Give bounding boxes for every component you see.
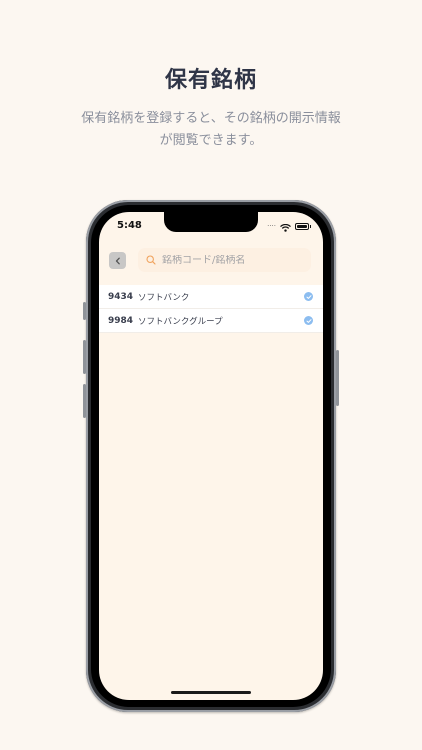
- stock-code: 9434: [108, 291, 134, 302]
- description-line-1: 保有銘柄を登録すると、その銘柄の開示情報: [81, 111, 341, 126]
- stock-code: 9984: [108, 315, 134, 326]
- search-icon: [146, 255, 156, 265]
- volume-up-button: [83, 340, 86, 374]
- phone-frame: 5:48 ···· 銘柄コード/銘柄名 9434 ソフトバンク 9984 ソフト…: [83, 200, 339, 712]
- stock-row-9434[interactable]: 9434 ソフトバンク: [99, 285, 323, 309]
- silent-switch: [83, 302, 86, 320]
- status-time: 5:48: [117, 220, 142, 231]
- phone-screen: 5:48 ···· 銘柄コード/銘柄名 9434 ソフトバンク 9984 ソフト…: [99, 212, 323, 700]
- back-button[interactable]: [109, 252, 126, 269]
- status-icons: ····: [267, 221, 311, 232]
- stock-name: ソフトバンク: [138, 292, 190, 303]
- stock-list: 9434 ソフトバンク 9984 ソフトバンクグループ: [99, 285, 323, 333]
- stock-row-9984[interactable]: 9984 ソフトバンクグループ: [99, 309, 323, 333]
- description-line-2: が閲覧できます。: [159, 133, 263, 148]
- search-input[interactable]: [162, 254, 302, 266]
- stock-name: ソフトバンクグループ: [138, 316, 223, 327]
- chevron-left-icon: [115, 257, 120, 264]
- search-box[interactable]: [138, 248, 311, 272]
- battery-icon: [295, 222, 311, 230]
- page-title: 保有銘柄: [164, 68, 257, 93]
- home-indicator[interactable]: [171, 691, 251, 694]
- check-circle-icon[interactable]: [304, 292, 313, 301]
- power-button: [336, 350, 339, 406]
- volume-down-button: [83, 384, 86, 418]
- wifi-icon: [280, 217, 291, 236]
- page-description: 保有銘柄を登録すると、その銘柄の開示情報 が閲覧できます。: [40, 108, 382, 152]
- notch: [164, 212, 258, 232]
- signal-dots-icon: ····: [267, 222, 276, 230]
- check-circle-icon[interactable]: [304, 316, 313, 325]
